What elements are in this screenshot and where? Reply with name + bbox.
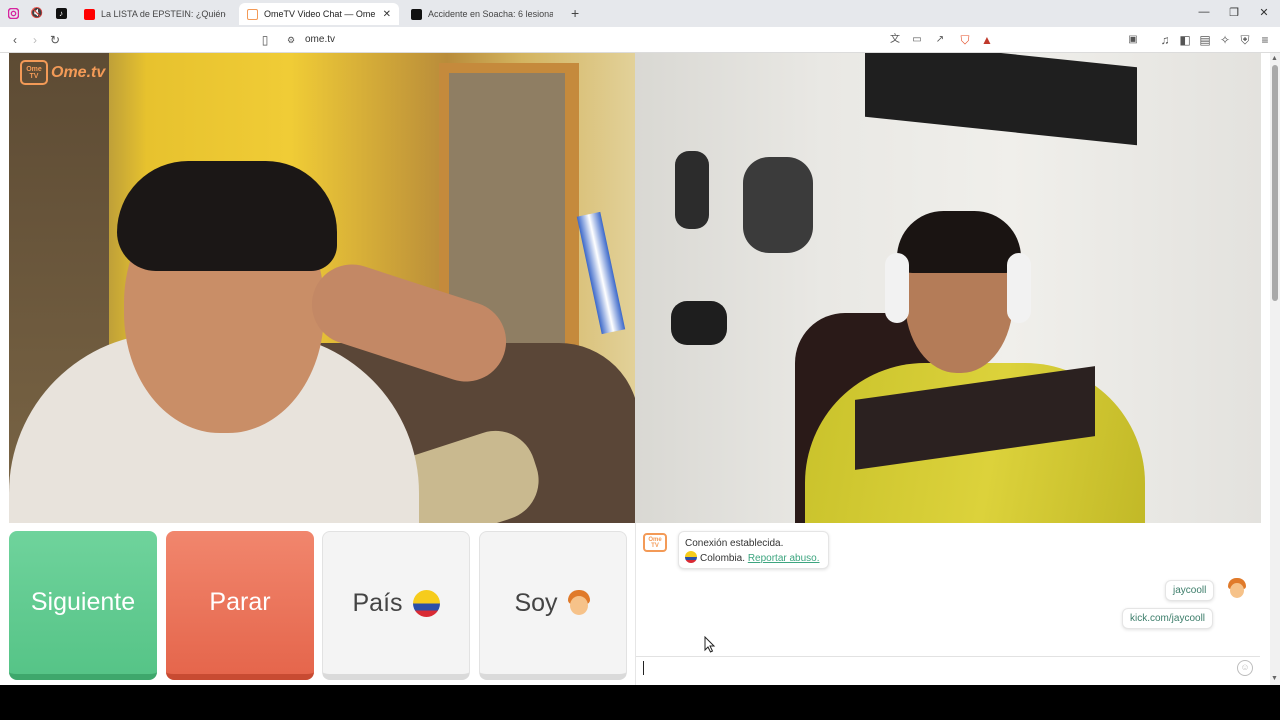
bookmark-icon[interactable]: ▯ bbox=[257, 32, 273, 48]
stop-button-label: Parar bbox=[209, 588, 271, 616]
translate-icon[interactable]: 文 bbox=[887, 32, 903, 48]
gender-button-label: Soy bbox=[514, 588, 558, 617]
menu-icon[interactable]: ≡ bbox=[1257, 32, 1273, 48]
back-icon[interactable]: ‹ bbox=[7, 32, 23, 48]
speaker-muted-icon: 🔇 bbox=[30, 8, 44, 19]
close-tab-icon[interactable]: ✕ bbox=[383, 9, 391, 20]
ometv-logo[interactable]: Ome TV Ome.tv bbox=[20, 60, 105, 85]
headphone-left bbox=[885, 253, 909, 323]
backpack-1 bbox=[675, 151, 709, 229]
forward-icon[interactable]: › bbox=[27, 32, 43, 48]
page-scrollbar[interactable]: ▲ ▼ bbox=[1270, 53, 1280, 685]
pouch bbox=[671, 301, 727, 345]
tv-screen bbox=[865, 53, 1137, 146]
blue-flag bbox=[576, 211, 626, 335]
scroll-down-icon[interactable]: ▼ bbox=[1271, 675, 1278, 682]
colombia-flag-icon bbox=[685, 551, 697, 563]
url-field[interactable]: ome.tv bbox=[305, 34, 335, 45]
boy-avatar-icon bbox=[1227, 578, 1247, 598]
instagram-icon bbox=[7, 8, 19, 19]
tab-tiktok[interactable]: Accidente en Soacha: 6 lesionados y bbox=[403, 3, 561, 25]
reload-icon[interactable]: ↻ bbox=[47, 32, 63, 48]
youtube-icon bbox=[84, 8, 95, 20]
boy-icon bbox=[566, 590, 592, 616]
site-info-icon[interactable]: ⚙ bbox=[283, 32, 299, 48]
backpack-2 bbox=[743, 157, 813, 253]
pinned-tab-tiktok[interactable]: ♪ bbox=[50, 4, 72, 23]
close-window-icon[interactable]: ✕ bbox=[1257, 6, 1271, 19]
gender-button[interactable]: Soy bbox=[479, 531, 627, 680]
ometv-icon bbox=[247, 8, 258, 20]
brave-shield-icon[interactable]: ⛉ bbox=[957, 32, 973, 48]
chat-message: jaycooll bbox=[1165, 580, 1215, 601]
tab-title: OmeTV Video Chat — Omegle bbox=[264, 9, 375, 19]
country-name: Colombia. bbox=[700, 553, 746, 564]
new-tab-button[interactable]: + bbox=[571, 5, 579, 21]
report-abuse-link[interactable]: Reportar abuso. bbox=[748, 553, 820, 564]
rewards-icon[interactable]: ▲ bbox=[979, 32, 995, 48]
sidebar-icon[interactable]: ◧ bbox=[1177, 32, 1193, 48]
tab-title: Accidente en Soacha: 6 lesionados y bbox=[428, 9, 553, 19]
minimize-icon[interactable]: — bbox=[1197, 6, 1211, 18]
share-icon[interactable]: ↗ bbox=[932, 32, 948, 48]
colombia-flag-icon bbox=[412, 589, 440, 617]
scrollbar-thumb[interactable] bbox=[1272, 65, 1278, 301]
browser-toolbar: ‹ › ↻ ▯ ⚙ ome.tv 文 ▭ ↗ ⛉ ▲ ▣ ♫ ◧ ▤ ✧ ⛨ ≡ bbox=[0, 27, 1280, 53]
tiktok-icon bbox=[411, 8, 422, 20]
next-button-label: Siguiente bbox=[30, 588, 136, 616]
ometv-logo-text: Ome.tv bbox=[51, 63, 106, 81]
tab-youtube[interactable]: La LISTA de EPSTEIN: ¿Quiénes están bbox=[76, 3, 234, 25]
system-country-line: Colombia. Reportar abuso. bbox=[685, 551, 822, 566]
pinned-tab-instagram[interactable] bbox=[2, 4, 24, 23]
next-button[interactable]: Siguiente bbox=[9, 531, 157, 680]
country-button-label: País bbox=[352, 588, 403, 617]
tiktok-icon: ♪ bbox=[55, 8, 67, 19]
tab-ometv[interactable]: OmeTV Video Chat — Omegle ✕ bbox=[239, 3, 399, 25]
pinned-tab-muted[interactable]: 🔇 bbox=[26, 4, 48, 23]
system-message-line: Conexión establecida. bbox=[685, 538, 784, 549]
vpn-icon[interactable]: ⛨ bbox=[1237, 32, 1253, 48]
headphone-right bbox=[1007, 253, 1031, 323]
tab-bar: 🔇 ♪ La LISTA de EPSTEIN: ¿Quiénes están … bbox=[0, 0, 1280, 27]
ometv-logo-box: Ome TV bbox=[20, 60, 48, 85]
local-video bbox=[9, 53, 635, 523]
cast-icon[interactable]: ▭ bbox=[909, 32, 925, 48]
mouse-cursor-icon bbox=[704, 636, 716, 653]
chat-input[interactable] bbox=[636, 656, 1260, 681]
wallet-icon[interactable]: ▤ bbox=[1197, 32, 1213, 48]
system-message: Conexión establecida. Colombia. Reportar… bbox=[678, 531, 829, 569]
ometv-avatar-icon: Ome TV bbox=[643, 533, 667, 552]
remote-video bbox=[635, 53, 1261, 523]
leo-ai-icon[interactable]: ✧ bbox=[1217, 32, 1233, 48]
chat-message: kick.com/jaycooll bbox=[1122, 608, 1214, 629]
country-button[interactable]: País bbox=[322, 531, 470, 680]
stop-button[interactable]: Parar bbox=[166, 531, 314, 680]
restore-icon[interactable]: ❐ bbox=[1227, 6, 1241, 19]
tab-title: La LISTA de EPSTEIN: ¿Quiénes están bbox=[101, 9, 226, 19]
person-hair bbox=[897, 211, 1021, 273]
emoji-icon[interactable]: ☺ bbox=[1237, 660, 1253, 676]
media-icon[interactable]: ♫ bbox=[1157, 32, 1173, 48]
scroll-up-icon[interactable]: ▲ bbox=[1271, 55, 1278, 62]
text-caret bbox=[643, 661, 644, 675]
extensions-icon[interactable]: ▣ bbox=[1125, 32, 1141, 48]
person-hair bbox=[117, 161, 337, 271]
